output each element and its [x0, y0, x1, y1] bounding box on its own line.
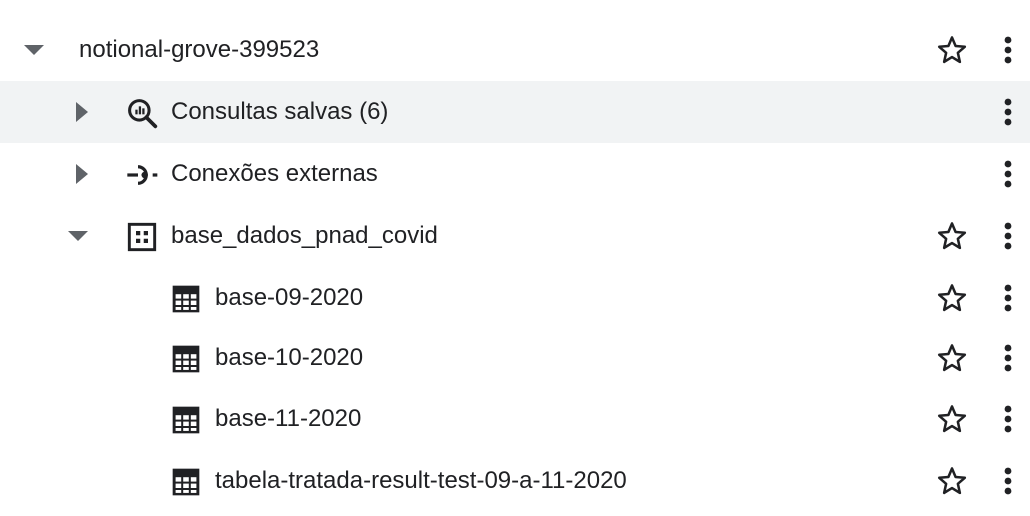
- more-vert-icon[interactable]: [996, 220, 1020, 252]
- external-connections-label[interactable]: Conexões externas: [171, 143, 378, 205]
- caret-down-icon[interactable]: [22, 38, 46, 62]
- dataset-label[interactable]: base_dados_pnad_covid: [171, 205, 438, 267]
- star-outline-icon[interactable]: [936, 34, 968, 66]
- star-outline-icon[interactable]: [936, 220, 968, 252]
- more-vert-icon[interactable]: [996, 465, 1020, 497]
- tree-row-external-connections[interactable]: Conexões externas: [0, 143, 1030, 205]
- tree-row-saved-queries[interactable]: Consultas salvas (6): [0, 81, 1030, 143]
- table-icon: [170, 283, 202, 315]
- tree-row-table[interactable]: base-09-2020: [0, 267, 1030, 329]
- table-label[interactable]: base-09-2020: [215, 267, 363, 329]
- tree-row-table[interactable]: tabela-tratada-result-test-09-a-11-2020: [0, 450, 1030, 512]
- tree-row-table[interactable]: base-11-2020: [0, 388, 1030, 450]
- table-label[interactable]: base-10-2020: [215, 327, 363, 389]
- caret-right-icon[interactable]: [70, 100, 94, 124]
- external-connection-icon: [126, 159, 158, 191]
- explorer-tree: notional-grove-399523 Consultas salvas (…: [0, 0, 1030, 516]
- table-icon: [170, 343, 202, 375]
- star-outline-icon[interactable]: [936, 342, 968, 374]
- more-vert-icon[interactable]: [996, 158, 1020, 190]
- table-label[interactable]: tabela-tratada-result-test-09-a-11-2020: [215, 450, 627, 512]
- saved-query-icon: [126, 97, 158, 129]
- caret-right-icon[interactable]: [70, 162, 94, 186]
- project-label[interactable]: notional-grove-399523: [79, 19, 319, 81]
- more-vert-icon[interactable]: [996, 282, 1020, 314]
- table-label[interactable]: base-11-2020: [215, 388, 361, 450]
- caret-down-icon[interactable]: [66, 224, 90, 248]
- table-icon: [170, 404, 202, 436]
- more-vert-icon[interactable]: [996, 34, 1020, 66]
- table-icon: [170, 466, 202, 498]
- more-vert-icon[interactable]: [996, 342, 1020, 374]
- tree-row-table[interactable]: base-10-2020: [0, 327, 1030, 389]
- more-vert-icon[interactable]: [996, 96, 1020, 128]
- saved-queries-label[interactable]: Consultas salvas (6): [171, 81, 388, 143]
- star-outline-icon[interactable]: [936, 403, 968, 435]
- tree-row-dataset[interactable]: base_dados_pnad_covid: [0, 205, 1030, 267]
- star-outline-icon[interactable]: [936, 465, 968, 497]
- star-outline-icon[interactable]: [936, 282, 968, 314]
- more-vert-icon[interactable]: [996, 403, 1020, 435]
- tree-row-project[interactable]: notional-grove-399523: [0, 19, 1030, 81]
- dataset-icon: [126, 221, 158, 253]
